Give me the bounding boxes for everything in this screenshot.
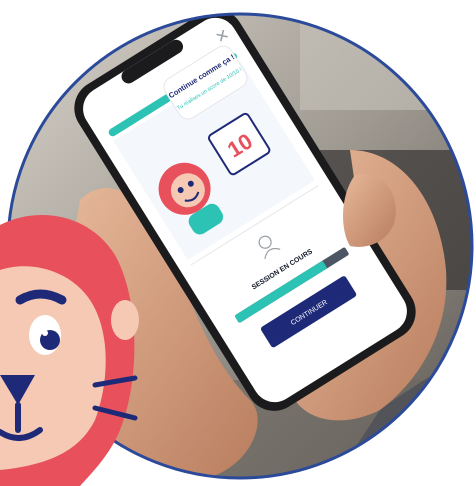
promo-illustration: Continue comme ça ! Tu réalises un score… (0, 12, 474, 486)
